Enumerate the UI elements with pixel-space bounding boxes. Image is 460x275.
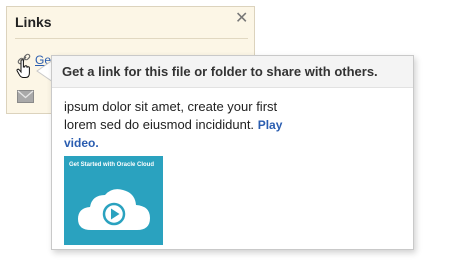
callout-header: Get a link for this file or folder to sh… (52, 56, 413, 88)
help-callout: Get a link for this file or folder to sh… (51, 55, 414, 250)
mail-icon[interactable] (17, 90, 34, 103)
hand-cursor-icon (16, 59, 30, 78)
video-caption: Get Started with Oracle Cloud (69, 162, 155, 168)
video-thumbnail[interactable]: Get Started with Oracle Cloud (64, 156, 163, 245)
divider (15, 38, 248, 39)
callout-body-text: ipsum dolor sit amet, create your first … (64, 99, 278, 132)
links-panel-title: Links (15, 14, 52, 30)
cloud-play-icon (78, 189, 150, 230)
callout-title: Get a link for this file or folder to sh… (62, 64, 378, 79)
close-icon[interactable]: ✕ (235, 11, 248, 27)
callout-body: ipsum dolor sit amet, create your first … (64, 98, 296, 152)
